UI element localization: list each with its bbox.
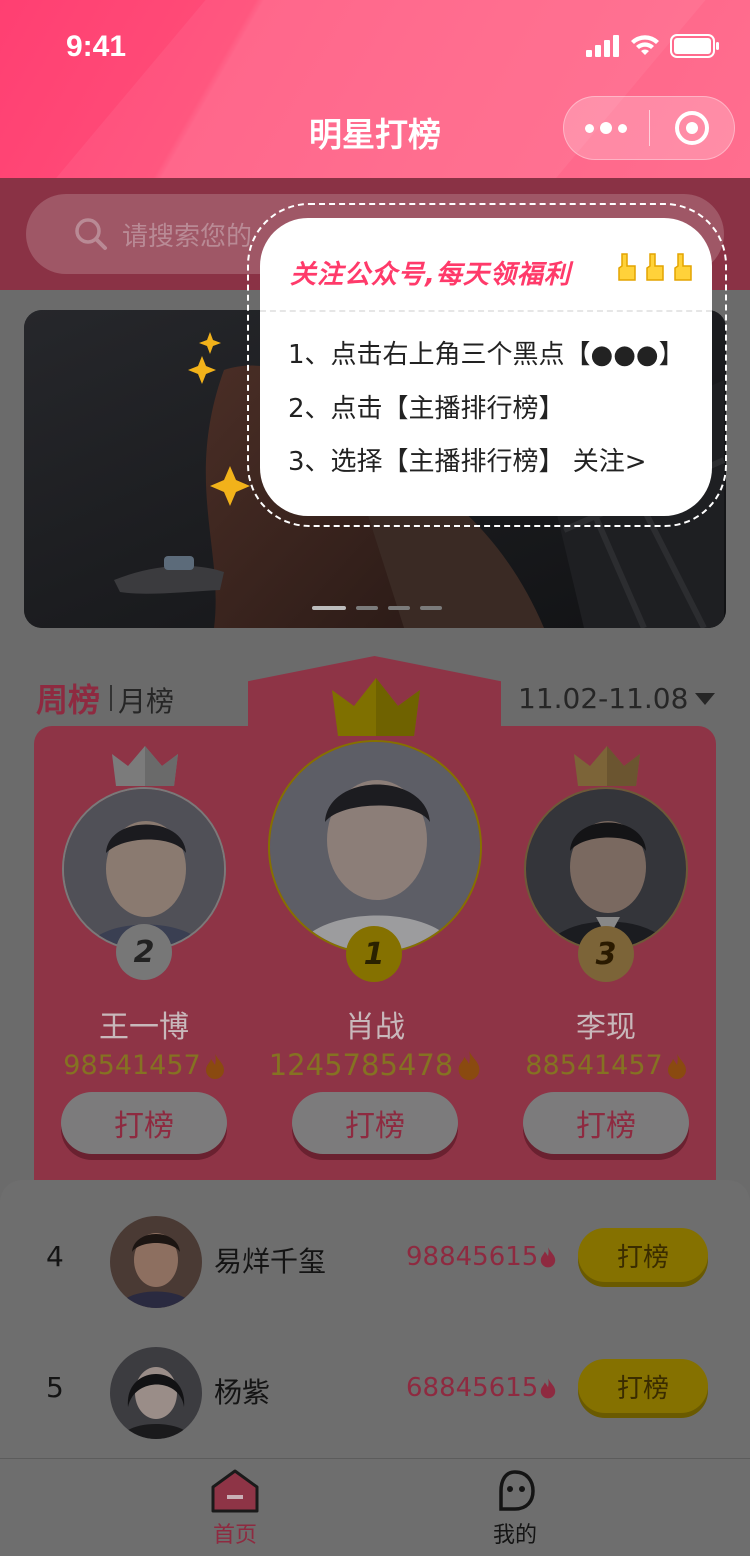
tab-home[interactable]: 首页 [175,1469,295,1549]
list-item[interactable]: 4 易烊千玺 98845615 打榜 [0,1196,750,1326]
search-placeholder: 请搜索您的 [122,221,253,252]
more-button[interactable] [564,96,649,160]
follow-popup[interactable]: 关注公众号,每天领福利 1、点击右上角三个黑点【●●●】 2、点击【主播排行榜】… [260,218,712,516]
podium-score-2: 98541457 [24,1050,264,1081]
crown-icon [332,678,420,736]
podium-score-1: 1245785478 [255,1048,495,1082]
tab-month[interactable]: 月榜 [118,680,174,720]
vote-button-rank-2[interactable]: 打榜 [61,1092,227,1154]
score-value: 88541457 [525,1050,663,1081]
caret-down-icon [695,692,716,705]
podium-name-1: 肖战 [345,1010,405,1045]
vote-button-rank-3[interactable]: 打榜 [523,1092,689,1154]
tab-mine[interactable]: 我的 [455,1469,575,1549]
avatar [110,1216,202,1308]
app-header: 9:41 明星打榜 [0,0,750,178]
avatar-rank-1[interactable] [268,740,482,954]
list-score: 68845615 [406,1373,556,1403]
bottom-tabbar: 首页 我的 [0,1458,750,1556]
home-icon [211,1469,259,1513]
avatar [110,1347,202,1439]
ranking-tabs: 周榜 月榜 [36,675,174,721]
list-rank: 4 [46,1240,64,1273]
podium-name-3: 李现 [576,1010,636,1045]
list-score: 98845615 [406,1242,556,1272]
fire-icon [667,1053,686,1079]
close-button[interactable] [650,96,735,160]
vote-button[interactable]: 打榜 [578,1359,708,1413]
popup-step-3[interactable]: 3、选择【主播排行榜】 关注> [288,441,647,478]
tab-mine-label: 我的 [492,1523,537,1548]
pointing-hands-icon [616,252,700,282]
list-name: 杨紫 [214,1376,271,1409]
signal-icon [586,35,619,57]
crown-icon [574,746,640,786]
fire-icon [458,1051,480,1080]
search-icon [75,218,107,250]
crown-icon [112,746,178,786]
user-icon [499,1470,535,1511]
list-name: 易烊千玺 [214,1245,327,1278]
mini-program-capsule [563,96,735,160]
date-range-picker[interactable]: 11.02-11.08 [518,682,716,715]
fire-icon [541,1247,556,1268]
status-icons [586,34,720,58]
score-value: 98541457 [63,1050,201,1081]
rank-badge-3: 3 [578,926,634,982]
rank-badge-2: 2 [116,924,172,980]
tab-home-label: 首页 [212,1523,257,1548]
date-range-text: 11.02-11.08 [518,682,689,715]
list-rank: 5 [46,1371,64,1404]
carousel-indicators [312,606,442,610]
score-value: 68845615 [406,1373,539,1403]
popup-step-1: 1、点击右上角三个黑点【●●●】 [288,340,685,370]
fire-icon [205,1053,224,1079]
popup-title: 关注公众号,每天领福利 [290,260,571,290]
vote-button[interactable]: 打榜 [578,1228,708,1282]
popup-step-2: 2、点击【主播排行榜】 [288,394,565,424]
podium-score-3: 88541457 [486,1050,726,1081]
battery-icon [670,34,719,58]
wifi-icon [631,35,659,55]
popup-divider [260,310,712,312]
score-value: 98845615 [406,1242,539,1272]
podium-name-2: 王一博 [99,1010,189,1045]
score-value: 1245785478 [268,1048,454,1082]
fire-icon [541,1378,556,1399]
tab-week[interactable]: 周榜 [36,675,100,721]
rank-badge-1: 1 [346,926,402,982]
status-time: 9:41 [66,30,127,63]
list-item[interactable]: 5 杨紫 68845615 打榜 [0,1327,750,1457]
tab-separator [110,685,113,711]
vote-button-rank-1[interactable]: 打榜 [292,1092,458,1154]
ranking-list: 4 易烊千玺 98845615 打榜 5 杨紫 68845615 打榜 [0,1180,750,1460]
target-close-icon [674,111,709,145]
